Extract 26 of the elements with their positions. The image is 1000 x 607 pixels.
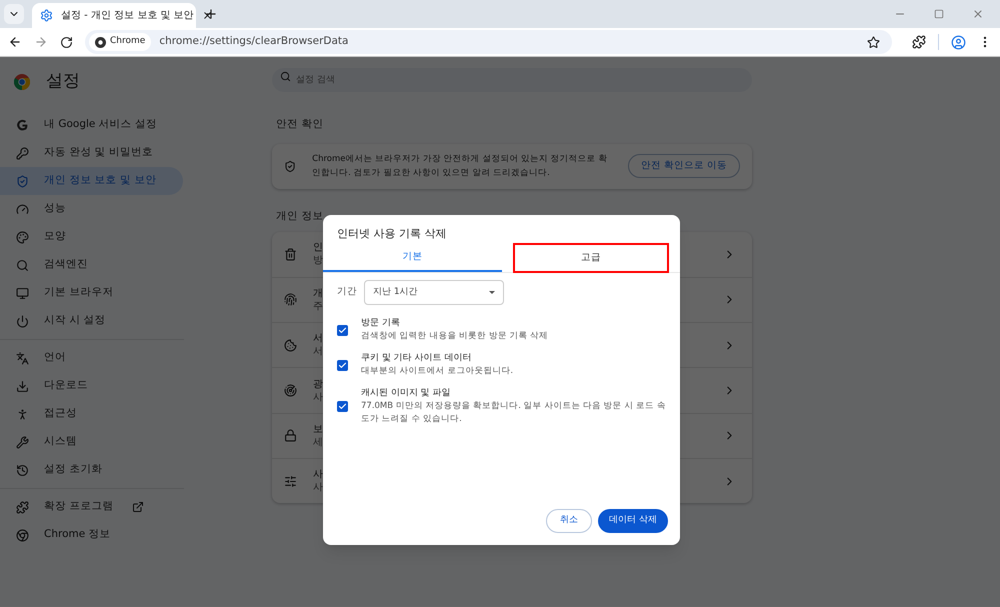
- settings-title: 설정: [46, 70, 80, 94]
- option-title: 캐시된 이미지 및 파일: [361, 387, 452, 400]
- option-title: 방문 기록: [361, 317, 401, 330]
- row-subtitle: 사: [313, 390, 323, 404]
- tab-title: 설정 - 개인 정보 보호 및 보안: [61, 9, 194, 23]
- period-label: 기간: [337, 285, 357, 300]
- row-title: 보: [313, 422, 323, 436]
- row-subtitle: 세: [313, 436, 323, 449]
- option-description: 검색창에 입력한 내용을 비롯한 방문 기록 삭제: [361, 330, 550, 343]
- row-subtitle: 서: [313, 345, 323, 358]
- section-heading: 개인 정보: [275, 208, 324, 224]
- row-title: 개: [313, 286, 323, 300]
- option-description: 77.0MB 미만의 저장용량을 확보합니다. 일부 사이트는 다음 방문 시 로드 속도가 느려질 수 있습니다.: [361, 400, 666, 426]
- dialog-title: 인터넷 사용 기록 삭제: [336, 226, 448, 242]
- row-title: 서: [313, 332, 323, 346]
- option-description: 대부분의 사이트에서 로그아웃됩니다.: [361, 365, 514, 378]
- url-text: chrome://settings/clearBrowserData: [159, 34, 350, 50]
- row-title: 광: [313, 378, 323, 391]
- row-title: 사: [313, 468, 323, 482]
- option-title: 쿠키 및 기타 사이트 데이터: [361, 352, 472, 365]
- row-subtitle: 방: [313, 254, 323, 268]
- row-subtitle: 사: [313, 481, 323, 494]
- row-title: 인: [313, 241, 323, 254]
- section-heading: 안전 확인: [275, 117, 324, 132]
- row-subtitle: 주: [313, 300, 323, 313]
- safety-description: Chrome에서는 브라우저가 가장 안전하게 설정되어 있는지 정기적으로 확인합니다. 검토가 필요한 사항이 있으면 알려 드리겠습니다.: [312, 153, 608, 180]
